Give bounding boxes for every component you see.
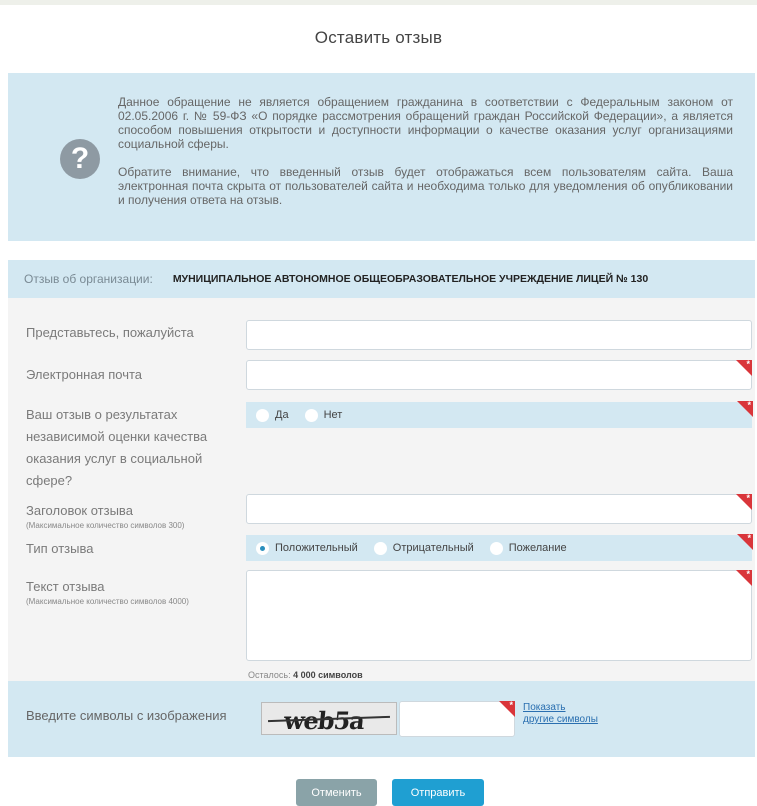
option-positive[interactable]: Положительный — [256, 541, 358, 555]
required-marker-icon — [736, 493, 752, 510]
info-text: Данное обращение не является обращением … — [118, 95, 733, 207]
option-no[interactable]: Нет — [304, 408, 343, 422]
char-counter: Осталось: 4 000 символов — [248, 670, 363, 680]
text-label: Текст отзыва (Максимальное количество си… — [26, 576, 189, 606]
radio-icon[interactable] — [489, 541, 503, 555]
captcha-input[interactable] — [399, 700, 515, 737]
text-area[interactable] — [246, 569, 752, 661]
text-label-text: Текст отзыва — [26, 579, 105, 594]
review-type-label: Тип отзыва — [26, 541, 94, 556]
organization-name: МУНИЦИПАЛЬНОЕ АВТОНОМНОЕ ОБЩЕОБРАЗОВАТЕЛ… — [172, 273, 649, 285]
top-strip — [0, 0, 757, 5]
subject-input[interactable] — [246, 493, 752, 524]
question-icon: ? — [60, 139, 100, 179]
option-negative-label: Отрицательный — [392, 542, 474, 554]
required-marker-icon — [736, 569, 752, 586]
radio-icon[interactable] — [373, 541, 387, 555]
radio-icon[interactable] — [304, 408, 318, 422]
subject-label-text: Заголовок отзыва — [26, 503, 133, 518]
organization-label: Отзыв об организации: — [24, 272, 153, 286]
cancel-button[interactable]: Отменить — [296, 779, 377, 806]
required-marker-icon — [499, 700, 515, 717]
info-paragraph-1: Данное обращение не является обращением … — [118, 95, 733, 151]
radio-checked-icon[interactable] — [256, 541, 269, 555]
required-marker-icon — [737, 400, 753, 417]
name-label: Представьтесь, пожалуйста — [26, 325, 194, 340]
dialog-title: Оставить отзыв — [314, 28, 443, 47]
option-positive-label: Положительный — [275, 542, 358, 554]
captcha-image: web5a — [261, 702, 397, 735]
text-hint: (Максимальное количество символов 4000) — [26, 597, 189, 606]
refresh-captcha-link[interactable]: Показать другие символы — [523, 702, 598, 726]
char-counter-value: 4 000 символов — [293, 670, 363, 680]
info-paragraph-2: Обратите внимание, что введенный отзыв б… — [118, 165, 733, 207]
organization-row: Отзыв об организации: МУНИЦИПАЛЬНОЕ АВТО… — [8, 260, 755, 298]
required-marker-icon — [737, 533, 753, 550]
option-no-label: Нет — [323, 409, 343, 421]
independent-evaluation-options: Да Нет — [246, 400, 753, 428]
captcha-row: Введите символы с изображения web5a Пока… — [8, 681, 755, 757]
subject-label: Заголовок отзыва (Максимальное количеств… — [26, 500, 184, 530]
radio-icon[interactable] — [256, 408, 269, 422]
option-yes-label: Да — [275, 409, 289, 421]
refresh-captcha-link-line1[interactable]: Показать — [523, 702, 566, 713]
name-input[interactable] — [246, 320, 752, 350]
review-type-options: Положительный Отрицательный Пожелание — [246, 533, 753, 561]
email-label: Электронная почта — [26, 367, 143, 382]
subject-hint: (Максимальное количество символов 300) — [26, 521, 185, 530]
option-yes[interactable]: Да — [256, 408, 289, 422]
captcha-label: Введите символы с изображения — [26, 708, 227, 723]
option-wish[interactable]: Пожелание — [489, 541, 567, 555]
option-wish-label: Пожелание — [508, 542, 567, 554]
refresh-captcha-link-line2[interactable]: другие символы — [523, 714, 598, 725]
option-negative[interactable]: Отрицательный — [373, 541, 474, 555]
info-notice: ? Данное обращение не является обращение… — [8, 73, 755, 241]
submit-button[interactable]: Отправить — [392, 779, 484, 806]
email-input[interactable] — [246, 359, 752, 390]
required-marker-icon — [736, 359, 752, 376]
char-counter-prefix: Осталось: — [248, 670, 291, 680]
independent-evaluation-label: Ваш отзыв о результатах независимой оцен… — [26, 407, 208, 488]
